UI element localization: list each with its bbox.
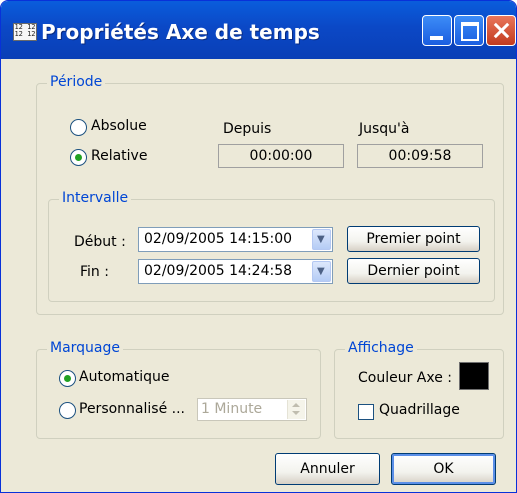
ok-button[interactable]: OK [391, 453, 496, 485]
spinner-arrows [287, 400, 305, 419]
title-bar[interactable]: 12 12 12 12 Propriétés Axe de temps [1, 1, 516, 59]
interval-value: 1 Minute [201, 401, 263, 417]
fin-combo[interactable]: 02/09/2005 14:24:58 ▼ [138, 259, 333, 284]
jusqua-field: 00:09:58 [357, 144, 483, 168]
spin-down-icon [292, 411, 300, 415]
app-icon: 12 12 12 12 [13, 23, 37, 41]
premier-point-button[interactable]: Premier point [347, 226, 480, 252]
absolue-label[interactable]: Absolue [91, 118, 147, 134]
relative-radio[interactable] [70, 149, 87, 166]
window-title: Propriétés Axe de temps [41, 20, 320, 44]
dernier-point-button[interactable]: Dernier point [347, 258, 480, 284]
automatique-label[interactable]: Automatique [79, 369, 169, 385]
chevron-down-icon: ▼ [317, 266, 325, 277]
periode-legend: Période [47, 74, 106, 90]
automatique-radio[interactable] [59, 370, 76, 387]
absolue-radio[interactable] [70, 119, 87, 136]
marquage-group: Marquage [36, 340, 321, 439]
fin-value: 02/09/2005 14:24:58 [144, 263, 293, 279]
personnalise-label[interactable]: Personnalisé ... [79, 401, 185, 417]
fin-dropdown-button[interactable]: ▼ [312, 261, 331, 282]
close-button[interactable] [486, 15, 516, 46]
dialog-window: 12 12 12 12 Propriétés Axe de temps Pério… [0, 0, 517, 493]
axis-color-swatch[interactable] [459, 362, 489, 390]
couleur-axe-label: Couleur Axe : [358, 370, 453, 386]
interval-spinner: 1 Minute [197, 398, 307, 421]
fin-label: Fin : [80, 264, 109, 280]
annuler-button[interactable]: Annuler [275, 453, 380, 485]
quadrillage-label[interactable]: Quadrillage [379, 402, 460, 418]
spin-up-icon [292, 403, 300, 407]
debut-dropdown-button[interactable]: ▼ [312, 229, 331, 250]
personnalise-radio[interactable] [59, 402, 76, 419]
quadrillage-checkbox[interactable] [358, 404, 374, 420]
debut-value: 02/09/2005 14:15:00 [144, 231, 293, 247]
relative-label[interactable]: Relative [91, 148, 147, 164]
chevron-down-icon: ▼ [317, 234, 325, 245]
intervalle-legend: Intervalle [59, 190, 132, 206]
depuis-field: 00:00:00 [218, 144, 344, 168]
debut-combo[interactable]: 02/09/2005 14:15:00 ▼ [138, 227, 333, 252]
debut-label: Début : [74, 234, 126, 250]
minimize-button[interactable] [422, 15, 452, 46]
marquage-legend: Marquage [47, 340, 124, 356]
maximize-button[interactable] [454, 15, 484, 46]
depuis-label: Depuis [223, 121, 272, 137]
jusqua-label: Jusqu'à [359, 121, 410, 137]
affichage-legend: Affichage [345, 340, 417, 356]
